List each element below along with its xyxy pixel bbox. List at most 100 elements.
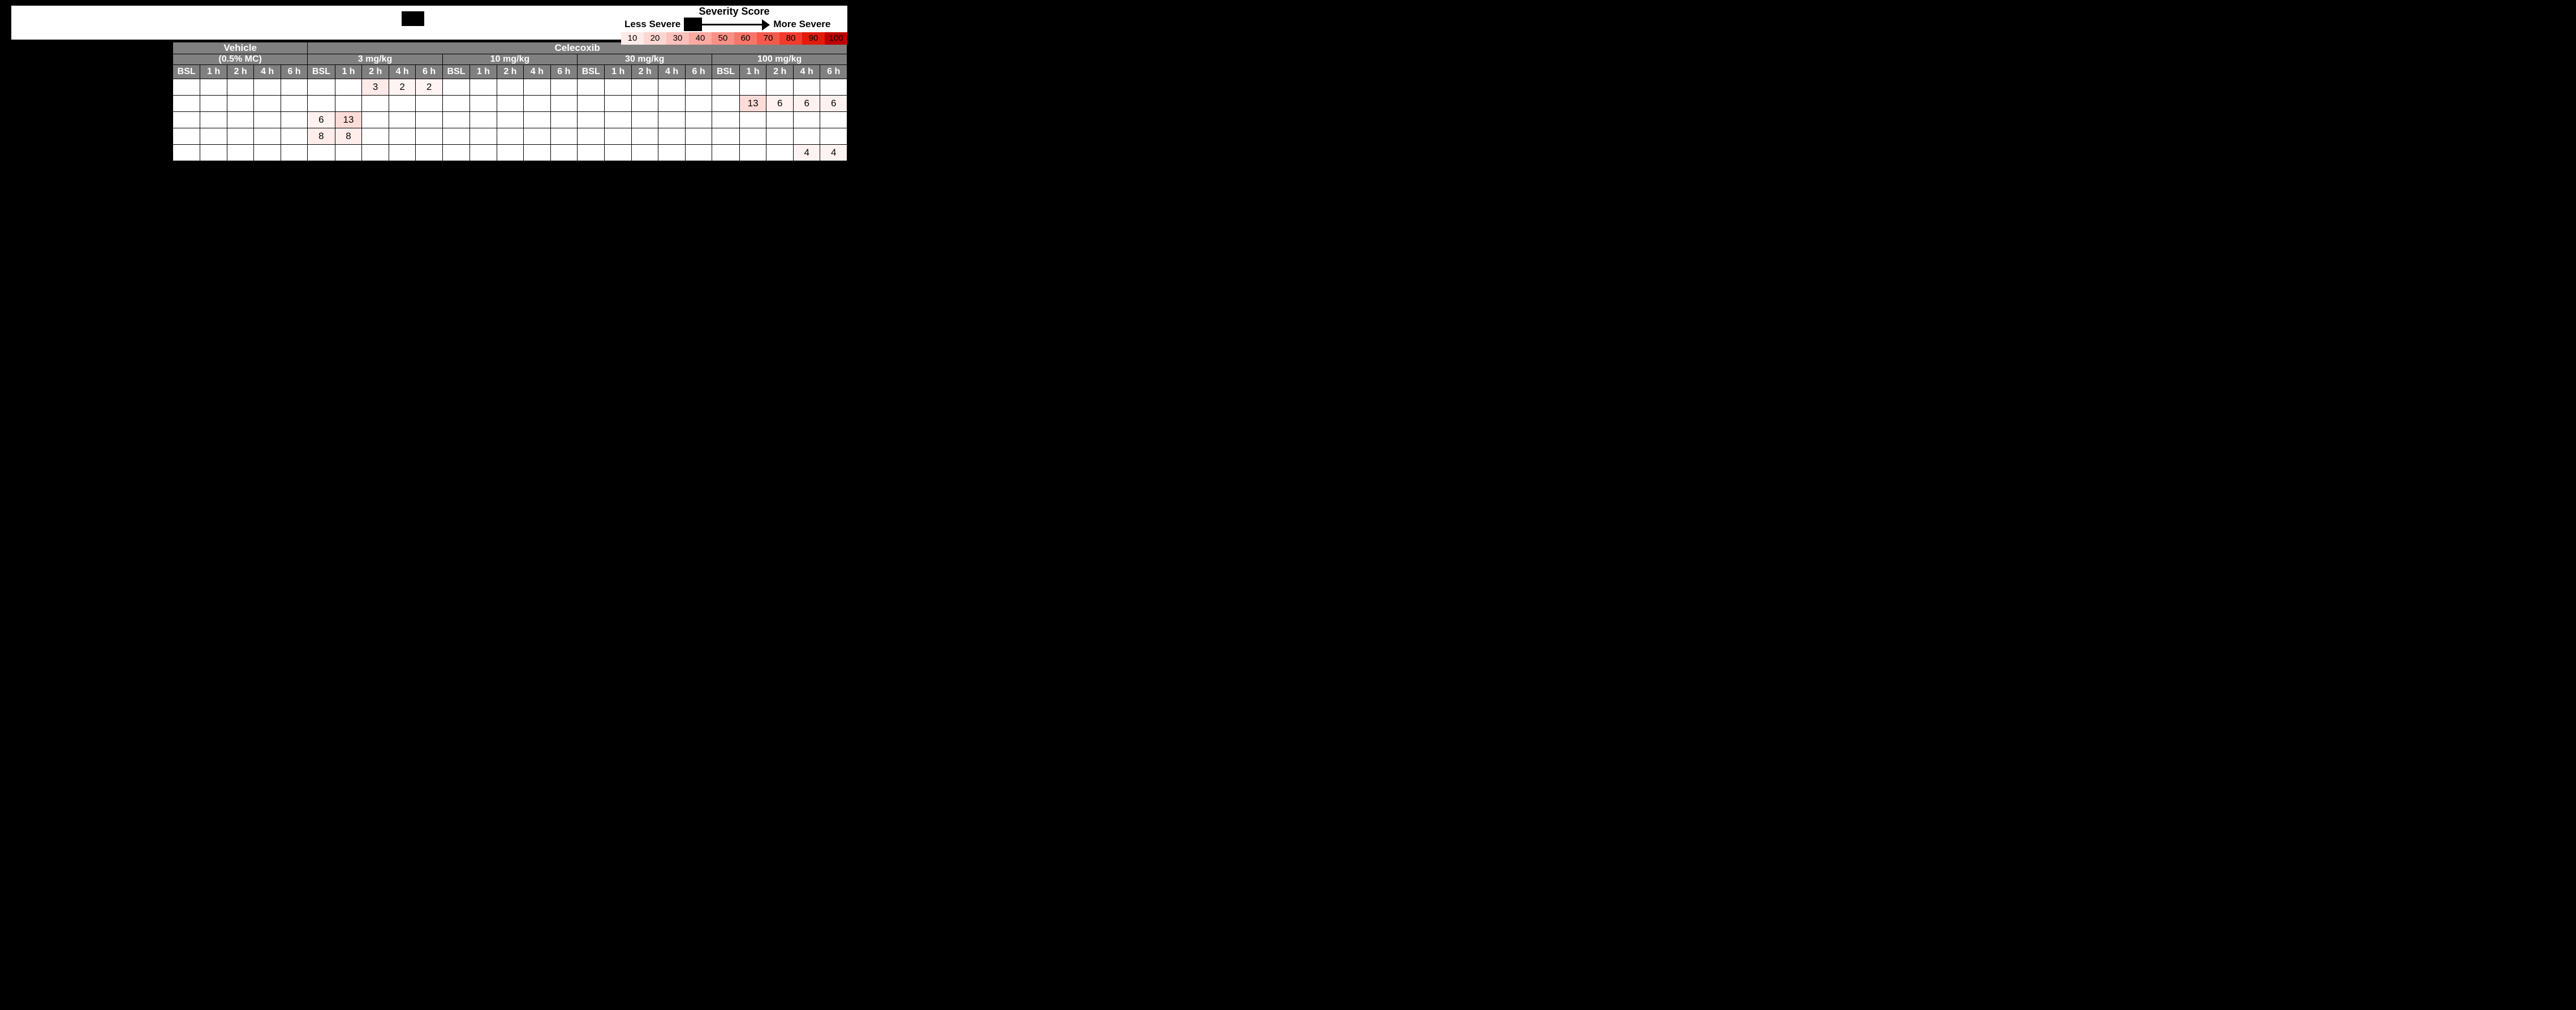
dose-header: 100 mg/kg [712,54,847,65]
data-cell [820,79,847,96]
data-cell [308,96,335,112]
data-cell [173,79,200,96]
data-cell [793,112,820,128]
data-cell [200,79,227,96]
data-cell: 2 [416,79,442,96]
data-cell [712,128,739,145]
severity-table: VehicleCelecoxib(0.5% MC)3 mg/kg10 mg/kg… [173,42,847,161]
data-cell [173,112,200,128]
data-cell [820,112,847,128]
data-cell [416,112,442,128]
data-cell: 3 [362,79,389,96]
table-row: 613 [173,112,847,128]
data-cell [470,145,497,161]
data-cell [631,96,658,112]
data-cell [658,128,685,145]
timepoint-header: BSL [442,65,469,79]
data-cell [631,112,658,128]
data-cell [416,128,442,145]
data-cell [227,79,253,96]
data-cell [227,112,253,128]
data-cell [442,96,469,112]
data-cell [254,112,281,128]
data-cell [335,96,362,112]
data-cell: 8 [308,128,335,145]
data-cell [389,145,415,161]
data-cell [470,128,497,145]
data-cell [605,145,631,161]
data-cell [497,128,523,145]
data-cell [524,145,550,161]
data-cell: 8 [335,128,362,145]
timepoint-header: 1 h [470,65,497,79]
timepoint-header: BSL [712,65,739,79]
data-cell: 6 [308,112,335,128]
data-cell [605,79,631,96]
data-cell [685,112,712,128]
data-cell [793,128,820,145]
timepoint-header: 6 h [281,65,307,79]
data-cell [416,145,442,161]
data-cell [739,79,766,96]
data-cell [173,128,200,145]
data-cell [712,145,739,161]
data-cell [308,79,335,96]
timepoint-header: 2 h [766,65,793,79]
data-cell [416,96,442,112]
data-cell [200,128,227,145]
legend-scale-cell: 50 [712,32,734,45]
page: Severity Score Less Severe More Severe 1… [0,0,859,274]
data-cell [578,128,605,145]
legend-scale: 102030405060708090100 [621,32,847,45]
data-cell [389,112,415,128]
data-cell [497,112,523,128]
data-cell [766,79,793,96]
data-cell [739,145,766,161]
data-cell [685,79,712,96]
data-cell [766,128,793,145]
data-cell [200,145,227,161]
data-cell [497,79,523,96]
data-cell [766,112,793,128]
data-cell [281,112,307,128]
data-cell [739,128,766,145]
data-cell [524,79,550,96]
legend-scale-cell: 60 [734,32,757,45]
timepoint-header: BSL [308,65,335,79]
legend-scale-cell: 20 [644,32,666,45]
table-row: 44 [173,145,847,161]
data-cell [712,112,739,128]
data-cell [685,96,712,112]
timepoint-header: 4 h [524,65,550,79]
data-cell [281,79,307,96]
data-cell [550,79,577,96]
header-strip: Severity Score Less Severe More Severe 1… [11,6,847,40]
data-cell [254,96,281,112]
timepoint-header: BSL [578,65,605,79]
data-cell [550,128,577,145]
data-cell [550,112,577,128]
table-row: 13666 [173,96,847,112]
timepoint-header: 4 h [658,65,685,79]
data-cell [658,96,685,112]
group-header-vehicle: Vehicle [173,42,308,54]
data-cell [524,112,550,128]
data-cell [281,145,307,161]
legend-scale-cell: 30 [666,32,689,45]
data-cell [200,96,227,112]
data-cell [605,112,631,128]
data-cell [605,96,631,112]
data-cell [362,96,389,112]
data-cell [335,79,362,96]
dose-header: 10 mg/kg [442,54,577,65]
header-black-box [402,11,424,26]
data-cell [658,79,685,96]
data-cell [605,128,631,145]
legend-black-box [684,18,702,31]
data-cell [820,128,847,145]
timepoint-header: 4 h [254,65,281,79]
legend-row: Less Severe More Severe [621,18,847,31]
timepoint-header: 4 h [793,65,820,79]
legend-scale-cell: 70 [757,32,779,45]
data-cell: 6 [820,96,847,112]
